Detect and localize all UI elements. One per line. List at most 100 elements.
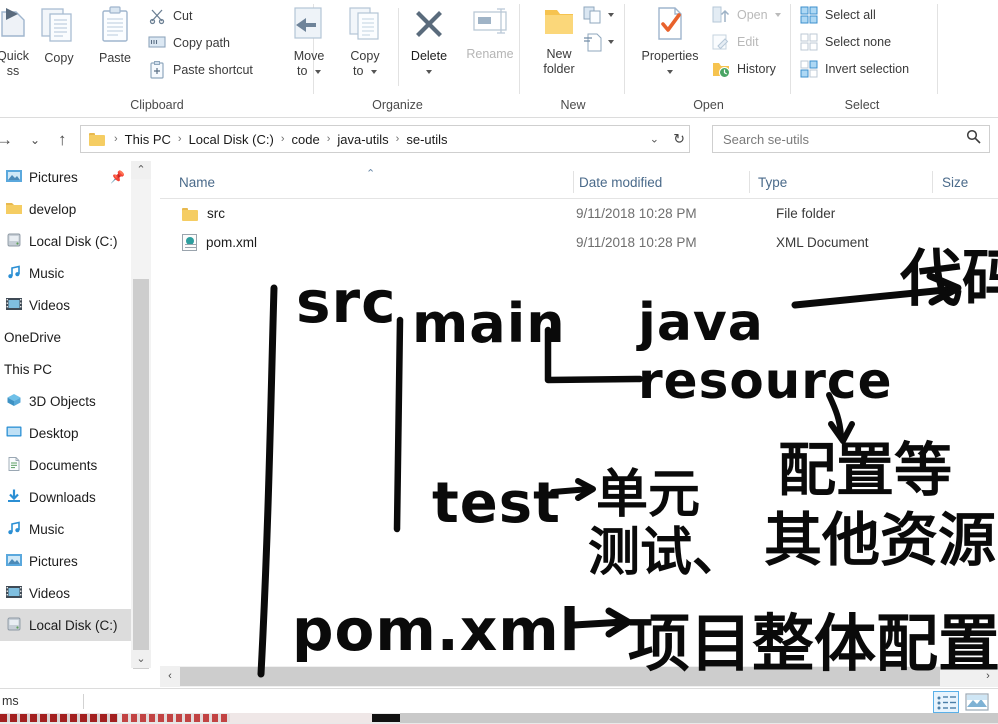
sidebar-item-local-disk-c[interactable]: Local Disk (C:)	[0, 225, 151, 257]
breadcrumb-item-se-utils[interactable]: se-utils	[404, 132, 449, 147]
sidebar-item-documents[interactable]: Documents	[0, 449, 151, 481]
column-divider[interactable]	[932, 171, 933, 193]
copy-button[interactable]: Copy	[28, 6, 90, 66]
chevron-down-icon[interactable]	[426, 69, 432, 74]
sidebar-item-music[interactable]: Music	[0, 513, 151, 545]
scroll-left-button[interactable]: ‹	[160, 666, 180, 687]
column-header-name[interactable]: Name	[179, 165, 215, 199]
breadcrumb[interactable]: › This PC › Local Disk (C:) › code › jav…	[80, 125, 690, 153]
chevron-down-icon[interactable]	[608, 40, 614, 44]
sidebar-item-videos[interactable]: Videos	[0, 577, 151, 609]
new-folder-button[interactable]: New folder	[529, 6, 589, 77]
column-header-type[interactable]: Type	[758, 165, 787, 199]
copy-path-button[interactable]: Copy path	[148, 30, 230, 56]
copy-to-button[interactable]: Copy to	[336, 6, 394, 79]
sidebar-item-desktop[interactable]: Desktop	[0, 417, 151, 449]
navigation-scrollbar[interactable]: ⌃ ⌄	[131, 161, 151, 669]
search-icon[interactable]	[966, 129, 981, 149]
table-row[interactable]: src 9/11/2018 10:28 PM File folder	[160, 199, 998, 228]
open-icon	[712, 6, 730, 24]
sidebar-item-label: OneDrive	[4, 329, 62, 345]
scroll-right-button[interactable]: ›	[978, 666, 998, 687]
properties-button[interactable]: Properties	[630, 6, 710, 79]
sidebar-item-downloads[interactable]: Downloads	[0, 481, 151, 513]
sidebar-item-local-disk-c[interactable]: Local Disk (C:)	[0, 609, 151, 641]
select-all-button[interactable]: Select all	[800, 2, 876, 28]
scrollbar-thumb[interactable]	[180, 667, 940, 686]
sidebar-item-pictures[interactable]: Pictures	[0, 545, 151, 577]
sidebar-item-onedrive[interactable]: OneDrive	[0, 321, 151, 353]
file-name-cell[interactable]: src	[182, 206, 225, 221]
select-none-button[interactable]: Select none	[800, 29, 891, 55]
chevron-down-icon[interactable]	[774, 13, 781, 17]
edit-pencil-icon	[712, 33, 730, 51]
up-button[interactable]: ↑	[58, 127, 67, 153]
music-icon	[6, 521, 24, 537]
column-divider[interactable]	[573, 171, 574, 193]
open-button[interactable]: Open	[712, 2, 781, 28]
chevron-down-icon[interactable]	[667, 69, 673, 74]
column-header-date-modified[interactable]: Date modified	[579, 165, 662, 199]
videos-icon	[6, 585, 24, 601]
horizontal-scrollbar[interactable]: ‹ ›	[160, 666, 998, 687]
file-list[interactable]: src 9/11/2018 10:28 PM File folder pom.xml 9…	[160, 199, 998, 665]
search-box[interactable]	[712, 125, 990, 153]
breadcrumb-item-this-pc[interactable]: This PC	[123, 132, 173, 147]
file-type-cell: XML Document	[776, 235, 869, 250]
pin-icon[interactable]: 📌	[110, 170, 125, 184]
recent-locations-button[interactable]: ⌄	[30, 127, 40, 153]
sidebar-item-3d-objects[interactable]: 3D Objects	[0, 385, 151, 417]
taskbar-segment	[400, 713, 998, 723]
paste-button[interactable]: Paste	[86, 6, 144, 66]
cut-button[interactable]: Cut	[148, 3, 192, 29]
edit-button[interactable]: Edit	[712, 29, 759, 55]
forward-button[interactable]: →	[0, 127, 13, 153]
breadcrumb-dropdown-icon[interactable]: ⌄	[650, 133, 659, 146]
sidebar-item-videos[interactable]: Videos	[0, 289, 151, 321]
navigation-pane[interactable]: Pictures 📌 develop Local Disk (C:) Music Vide…	[0, 161, 151, 668]
chevron-down-icon[interactable]	[608, 13, 614, 17]
paste-shortcut-button[interactable]: Paste shortcut	[148, 57, 253, 83]
breadcrumb-item-java-utils[interactable]: java-utils	[335, 132, 390, 147]
desktop-icon	[6, 425, 24, 441]
sidebar-item-music[interactable]: Music	[0, 257, 151, 289]
pin-label-line1: Quick	[0, 49, 29, 63]
copy-label: Copy	[44, 51, 74, 65]
refresh-button[interactable]: ↻	[673, 131, 685, 148]
invert-selection-button[interactable]: Invert selection	[800, 56, 909, 82]
table-row[interactable]: pom.xml 9/11/2018 10:28 PM XML Document	[160, 228, 998, 257]
column-header-size[interactable]: Size	[942, 165, 968, 199]
sidebar-item-develop[interactable]: develop	[0, 193, 151, 225]
breadcrumb-separator: ›	[326, 133, 331, 145]
invert-selection-label: Invert selection	[825, 62, 910, 76]
large-icons-view-button[interactable]	[964, 691, 990, 713]
breadcrumb-item-code[interactable]: code	[290, 132, 322, 147]
documents-icon	[6, 457, 24, 473]
copy-to-icon	[336, 6, 394, 46]
history-button[interactable]: History	[712, 56, 776, 82]
open-label: Open	[737, 8, 768, 22]
easy-access-button[interactable]	[583, 29, 614, 55]
chevron-down-icon[interactable]	[370, 69, 377, 74]
rename-button[interactable]: Rename	[459, 6, 521, 62]
breadcrumb-item-local-disk[interactable]: Local Disk (C:)	[187, 132, 276, 147]
downloads-icon	[6, 489, 24, 505]
delete-button[interactable]: Delete	[401, 6, 457, 79]
sidebar-item-this-pc[interactable]: This PC	[0, 353, 151, 385]
invert-selection-icon	[800, 60, 818, 78]
file-name-cell[interactable]: pom.xml	[182, 234, 257, 251]
sidebar-item-pictures[interactable]: Pictures 📌	[0, 161, 151, 193]
scroll-down-button[interactable]: ⌄	[131, 650, 151, 668]
status-item-count: ms	[2, 694, 19, 708]
taskbar-segment	[230, 713, 372, 723]
scrollbar-thumb[interactable]	[133, 279, 149, 669]
column-divider[interactable]	[749, 171, 750, 193]
move-to-button[interactable]: Move to	[280, 6, 338, 79]
taskbar-segment	[0, 714, 118, 722]
details-view-button[interactable]	[933, 691, 959, 713]
scroll-up-button[interactable]: ⌃	[131, 161, 151, 179]
chevron-down-icon[interactable]	[314, 69, 321, 74]
rename-label: Rename	[466, 47, 514, 61]
new-item-button[interactable]	[583, 2, 614, 28]
search-input[interactable]	[721, 130, 966, 148]
